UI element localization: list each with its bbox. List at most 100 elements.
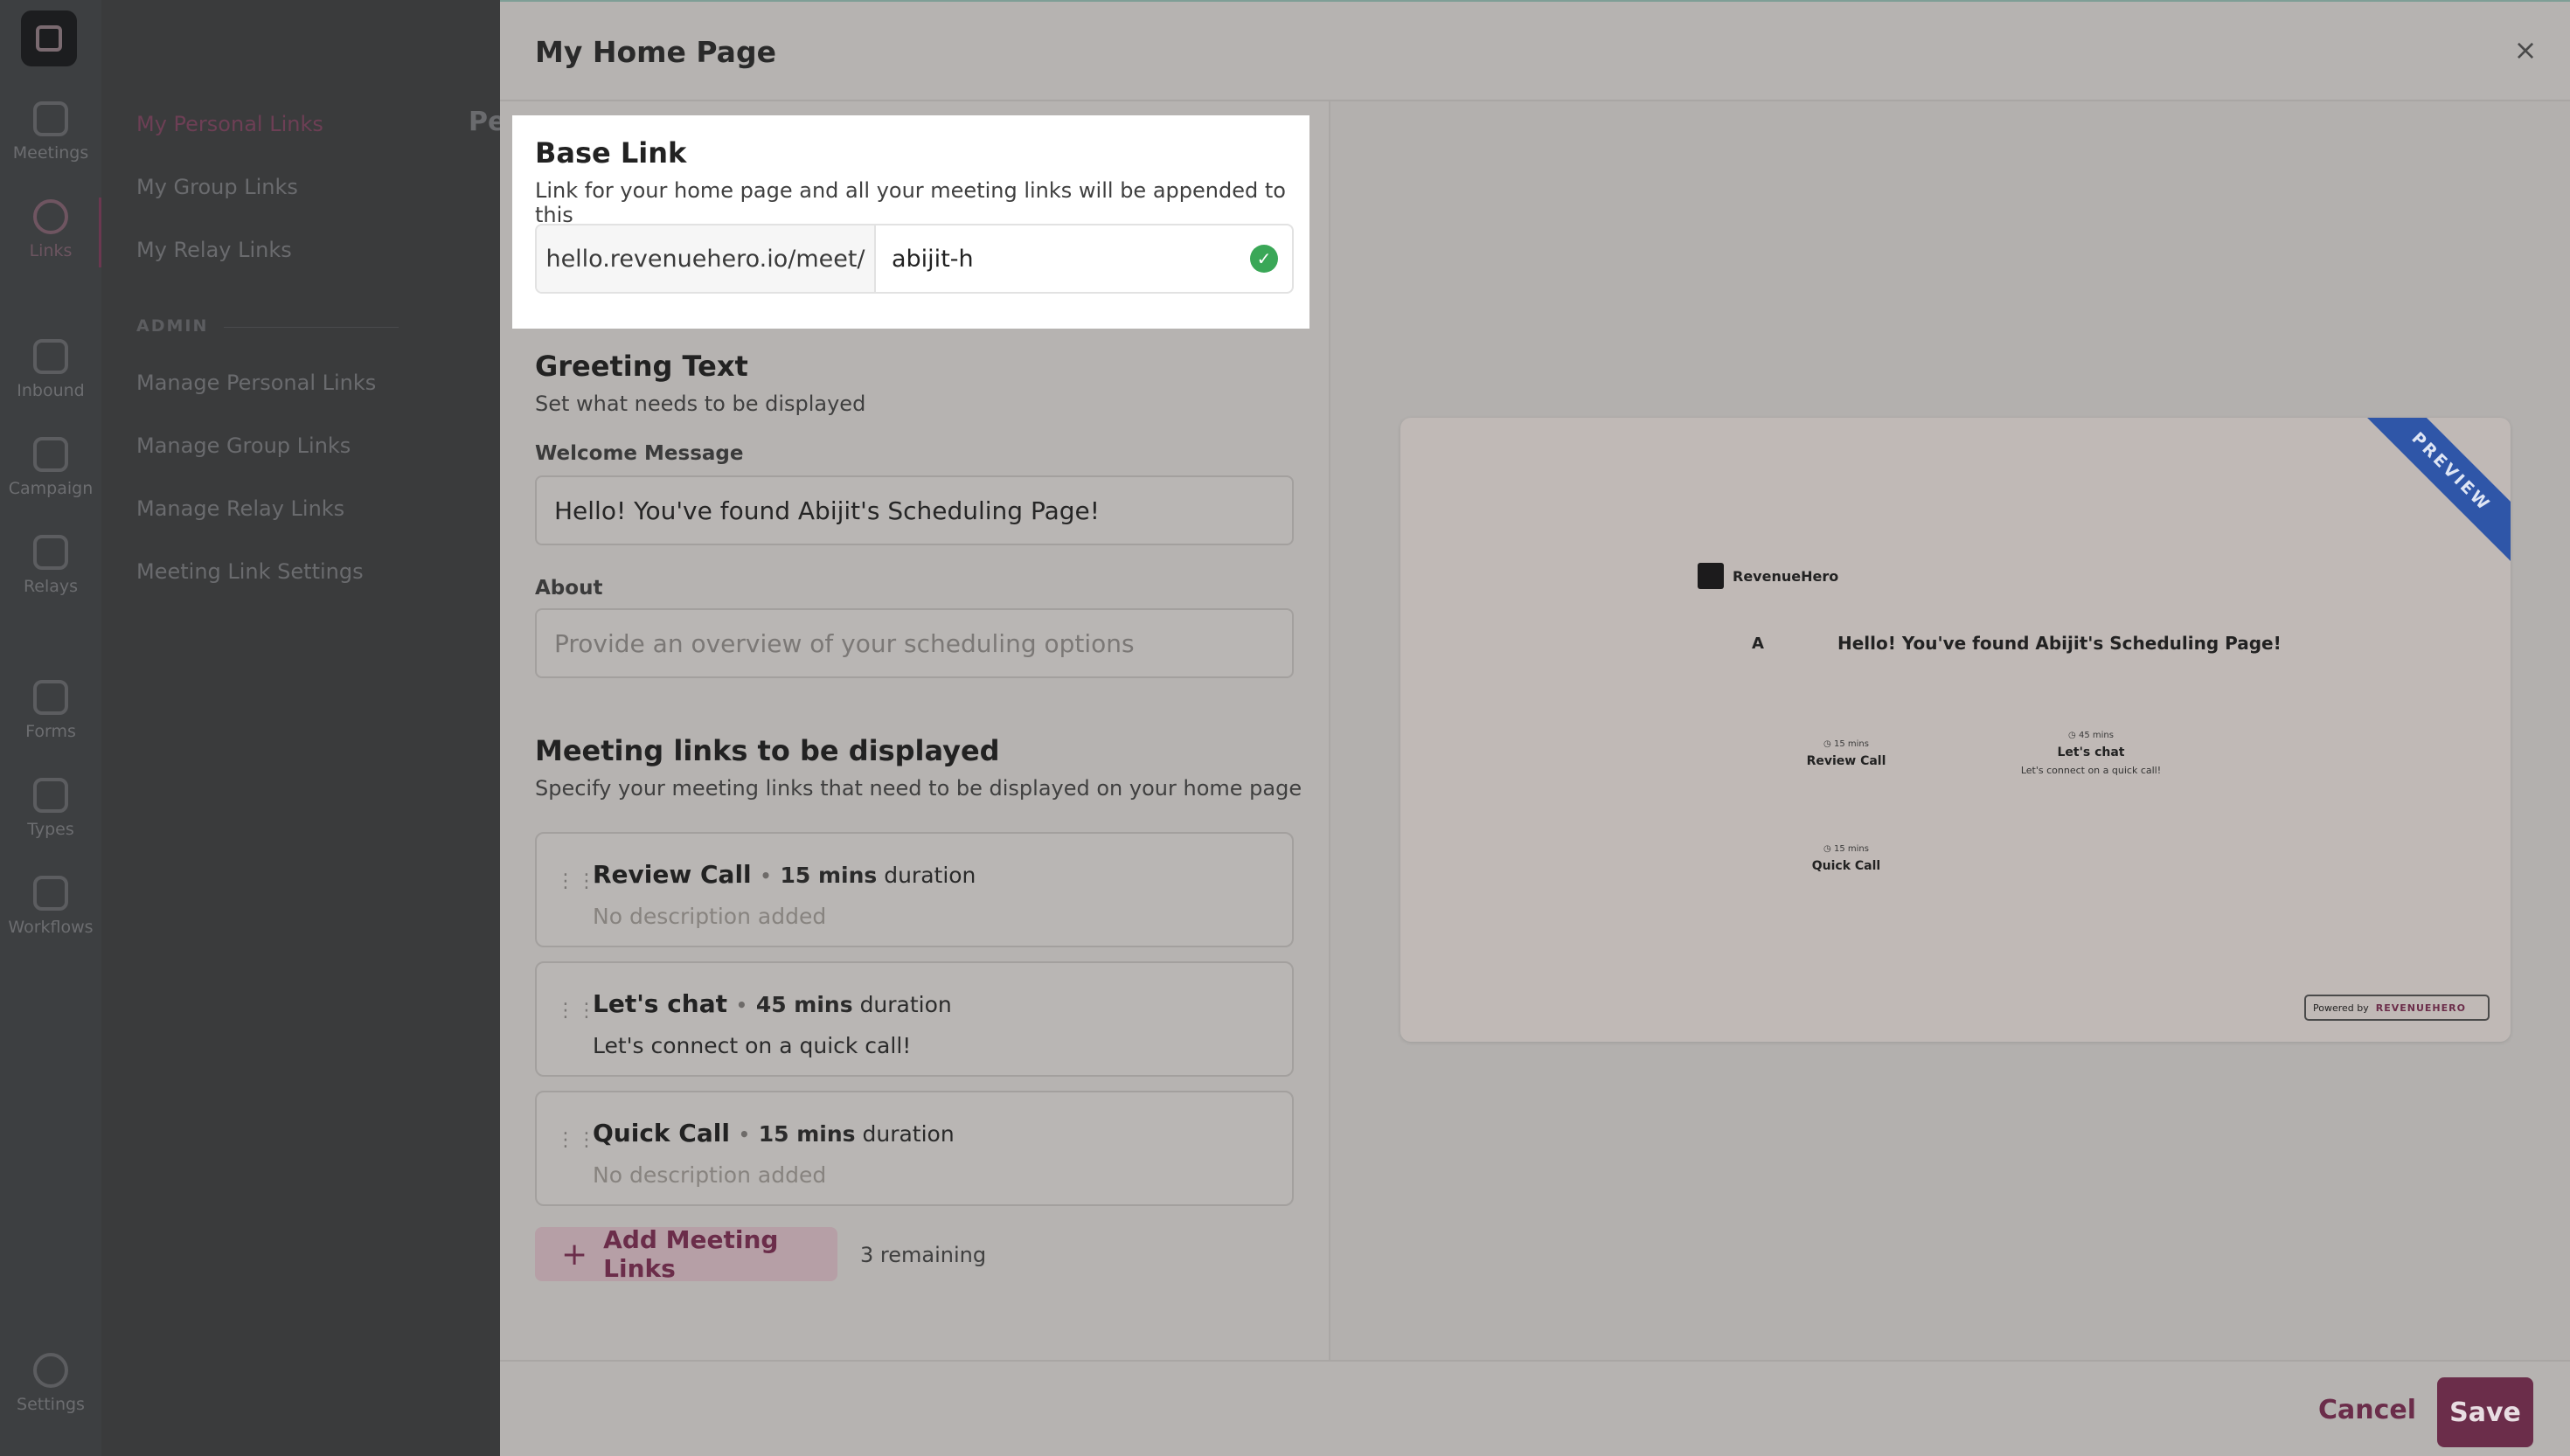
meeting-link-name: Let's chat (593, 989, 728, 1018)
app-rail: Meetings Links Inbound Campaign Relays F… (0, 0, 102, 1456)
rail-item-label: Campaign (8, 479, 94, 498)
separator-dot: • (760, 865, 772, 886)
meeting-link-name: Review Call (593, 860, 752, 889)
home-page-drawer: My Home Page × Base Link Link for your h… (500, 0, 2570, 1456)
drawer-footer: Cancel Save (500, 1360, 2570, 1456)
greeting-title: Greeting Text (535, 350, 748, 383)
preview-link-title: Let's chat (2057, 745, 2125, 759)
rail-item-label: Types (27, 820, 74, 839)
lightning-icon (33, 876, 68, 911)
subnav-section-admin: ADMIN (136, 316, 209, 336)
brand-logo-icon (1698, 563, 1724, 589)
subnav-item-manage-group-links[interactable]: Manage Group Links (136, 433, 351, 458)
preview-link-duration: ◷ 15 mins (1823, 844, 1869, 854)
drag-handle-icon[interactable]: ⋮⋮ (556, 1002, 596, 1033)
rail-item-label: Inbound (17, 381, 85, 400)
meeting-link-description: No description added (593, 904, 827, 929)
add-meeting-links-label: Add Meeting Links (603, 1225, 779, 1283)
base-link-field: hello.revenuehero.io/meet/ ✓ (535, 224, 1294, 294)
preview-ribbon: PREVIEW (2356, 418, 2511, 567)
close-icon[interactable]: × (2512, 36, 2539, 64)
megaphone-icon (33, 437, 68, 472)
inbound-icon (33, 339, 68, 374)
powered-by-brand: REVENUEHERO (2375, 1002, 2466, 1014)
calendar-grid-icon (33, 101, 68, 136)
rail-item-types[interactable]: Types (0, 778, 101, 839)
subnav-item-my-group-links[interactable]: My Group Links (136, 175, 298, 199)
rail-item-relays[interactable]: Relays (0, 535, 101, 596)
logo-mark-icon (36, 25, 62, 52)
save-button[interactable]: Save (2437, 1377, 2533, 1447)
form-column: Base Link Link for your home page and al… (500, 101, 1329, 1360)
rail-item-label: Relays (23, 577, 79, 596)
links-subnav: My Personal Links My Group Links My Rela… (101, 0, 500, 1456)
app-logo[interactable] (21, 10, 77, 66)
subnav-item-manage-relay-links[interactable]: Manage Relay Links (136, 496, 344, 521)
subnav-item-manage-personal-links[interactable]: Manage Personal Links (136, 371, 376, 395)
preview-link-description: Let's connect on a quick call! (2020, 765, 2162, 776)
meeting-link-duration-text: 15 mins duration (780, 863, 976, 888)
powered-by-badge: Powered by REVENUEHERO (2304, 995, 2490, 1021)
base-link-subtitle: Link for your home page and all your mee… (535, 178, 1286, 227)
about-input[interactable] (535, 608, 1294, 678)
drag-handle-icon[interactable]: ⋮⋮ (556, 872, 596, 904)
meeting-link-card[interactable]: ⋮⋮ Let's chat • 45 mins duration Let's con… (535, 961, 1294, 1077)
add-meeting-links-button[interactable]: + Add Meeting Links (535, 1225, 837, 1283)
rail-item-links[interactable]: Links (0, 199, 101, 260)
meeting-links-subtitle: Specify your meeting links that need to … (535, 776, 1302, 801)
preview-avatar: A (1752, 634, 1764, 653)
forms-icon (33, 680, 68, 715)
meeting-link-card[interactable]: ⋮⋮ Quick Call • 15 mins duration No descri… (535, 1091, 1294, 1206)
meeting-link-duration-suffix: duration (884, 863, 976, 888)
meeting-links-title: Meeting links to be displayed (535, 734, 1000, 767)
drawer-title: My Home Page (535, 35, 776, 69)
meeting-link-header: Quick Call • 15 mins duration (593, 1119, 955, 1147)
rail-item-label: Forms (25, 722, 76, 741)
welcome-message-input[interactable] (535, 475, 1294, 545)
divider (224, 327, 399, 328)
preview-link: ◷ 45 mins Let's chat Let's connect on a … (1995, 731, 2187, 776)
preview-brand-name: RevenueHero (1733, 567, 1839, 585)
meeting-link-duration: 15 mins (780, 863, 878, 888)
meeting-link-duration-suffix: duration (859, 992, 952, 1017)
meeting-link-duration: 45 mins (755, 992, 853, 1017)
powered-by-label: Powered by (2313, 1002, 2369, 1014)
base-link-title: Base Link (535, 136, 687, 170)
preview-link-duration: ◷ 45 mins (2068, 731, 2114, 740)
base-link-slug-input[interactable] (876, 225, 1250, 292)
greeting-subtitle: Set what needs to be displayed (535, 392, 866, 416)
meeting-link-description: Let's connect on a quick call! (593, 1033, 912, 1058)
remaining-count: 3 remaining (860, 1243, 987, 1267)
subnav-item-my-relay-links[interactable]: My Relay Links (136, 238, 292, 262)
subnav-item-meeting-link-settings[interactable]: Meeting Link Settings (136, 559, 364, 584)
link-icon (33, 199, 68, 234)
rail-item-label: Workflows (8, 918, 94, 937)
meeting-link-duration-text: 45 mins duration (756, 992, 952, 1017)
meeting-link-description: No description added (593, 1162, 827, 1188)
types-icon (33, 778, 68, 813)
home-page-preview: PREVIEW RevenueHero A Hello! You've foun… (1400, 418, 2511, 1042)
meeting-link-duration-suffix: duration (862, 1121, 955, 1147)
gear-icon (33, 1353, 68, 1388)
relay-icon (33, 535, 68, 570)
about-label: About (535, 577, 603, 600)
drag-handle-icon[interactable]: ⋮⋮ (556, 1131, 596, 1162)
plus-icon: + (561, 1236, 588, 1272)
meeting-link-header: Let's chat • 45 mins duration (593, 989, 952, 1018)
separator-dot: • (736, 995, 747, 1016)
rail-item-label: Settings (17, 1395, 85, 1414)
drawer-header: My Home Page × (500, 2, 2570, 101)
rail-item-workflows[interactable]: Workflows (0, 876, 101, 937)
preview-column: PREVIEW RevenueHero A Hello! You've foun… (1329, 101, 2570, 1360)
preview-link-duration-text: 15 mins (1833, 739, 1869, 749)
preview-link: ◷ 15 mins Quick Call (1785, 844, 1907, 873)
rail-item-inbound[interactable]: Inbound (0, 339, 101, 400)
cancel-button[interactable]: Cancel (2318, 1395, 2416, 1425)
rail-item-campaign[interactable]: Campaign (0, 437, 101, 498)
subnav-item-my-personal-links[interactable]: My Personal Links (136, 112, 323, 136)
rail-item-forms[interactable]: Forms (0, 680, 101, 741)
preview-link-duration: ◷ 15 mins (1823, 739, 1869, 749)
rail-item-settings[interactable]: Settings (0, 1353, 101, 1414)
meeting-link-card[interactable]: ⋮⋮ Review Call • 15 mins duration No descr… (535, 832, 1294, 947)
rail-item-meetings[interactable]: Meetings (0, 101, 101, 163)
